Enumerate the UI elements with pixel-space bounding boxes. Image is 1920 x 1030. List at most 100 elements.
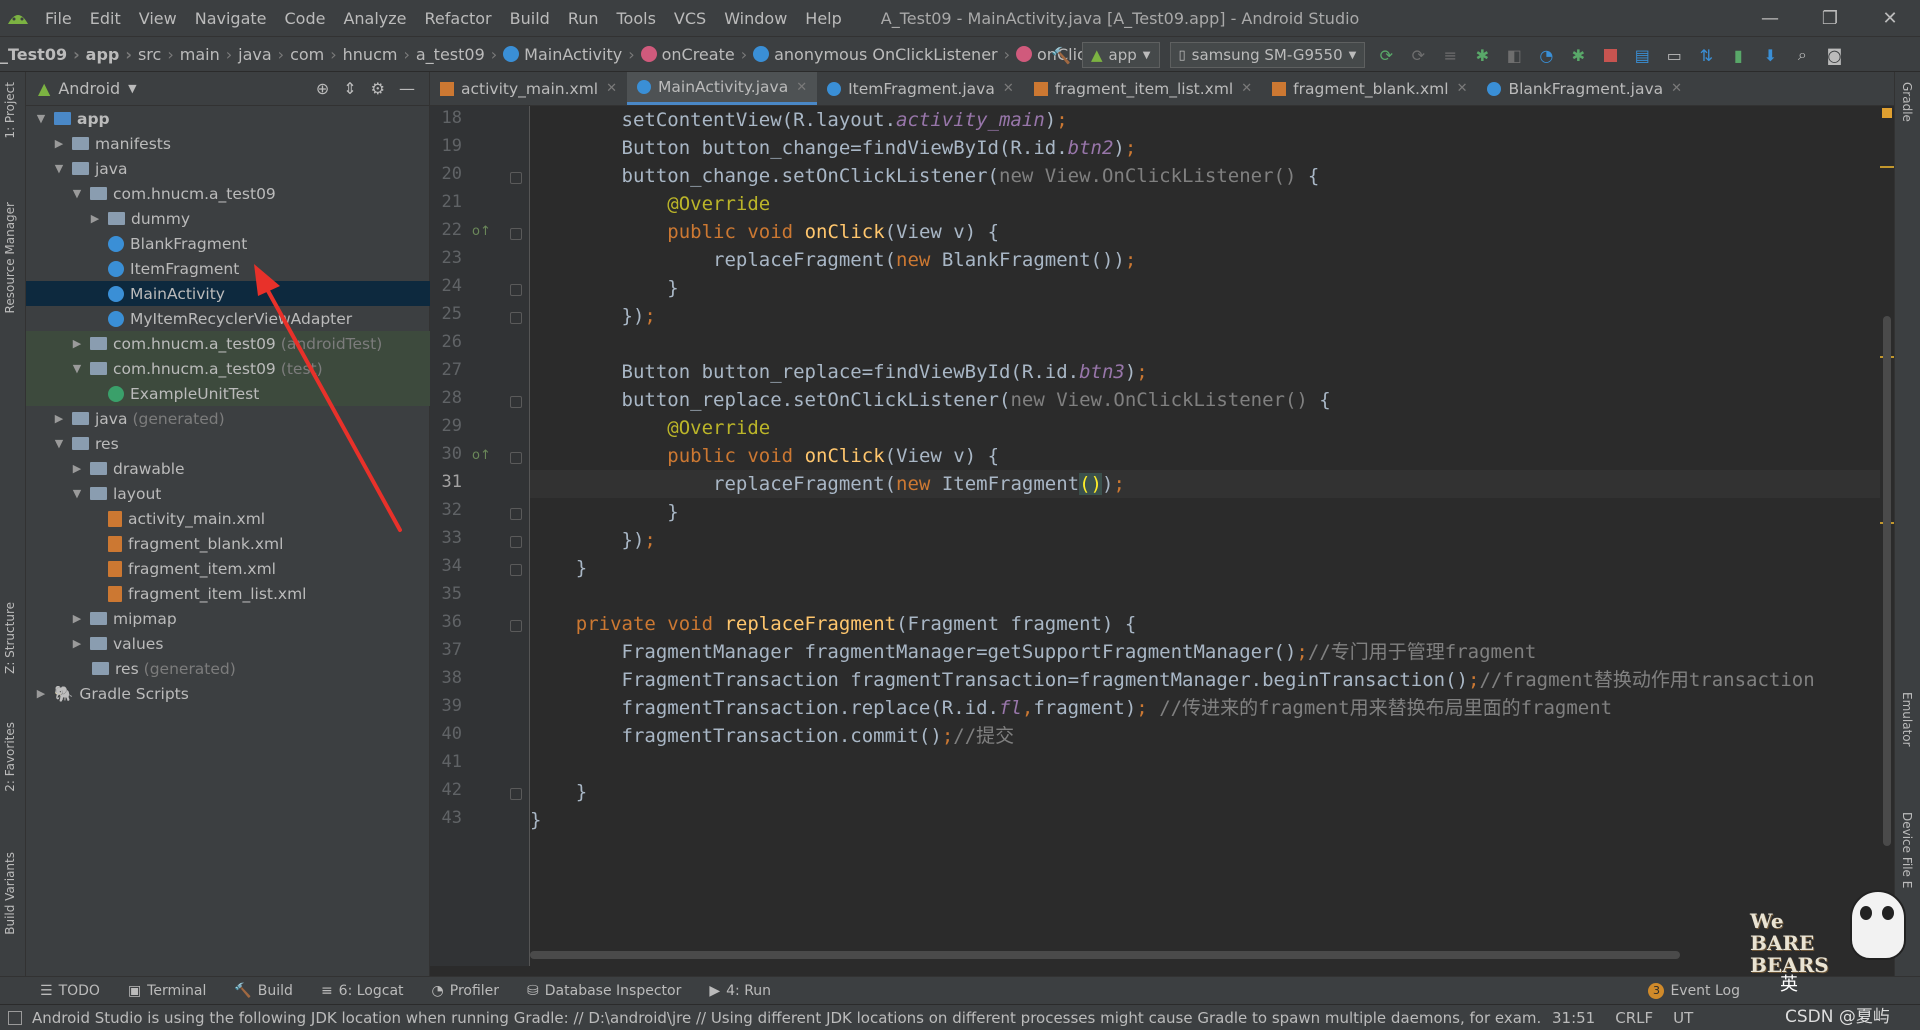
tree-item-res-generated[interactable]: res (generated) bbox=[26, 656, 430, 681]
menu-build[interactable]: Build bbox=[501, 9, 559, 28]
tab-activity-main-xml[interactable]: activity_main.xml ✕ bbox=[430, 72, 627, 105]
tree-item-mainactivity[interactable]: MainActivity bbox=[26, 281, 430, 306]
hide-panel-icon[interactable]: — bbox=[399, 79, 415, 98]
menu-refactor[interactable]: Refactor bbox=[416, 9, 501, 28]
build-tool-button[interactable]: 🔨 Build bbox=[234, 983, 293, 999]
tree-item-drawable[interactable]: ▶ drawable bbox=[26, 456, 430, 481]
fold-icon[interactable] bbox=[510, 508, 522, 520]
status-panel-icon[interactable] bbox=[8, 1010, 22, 1025]
menu-analyze[interactable]: Analyze bbox=[334, 9, 415, 28]
fold-icon[interactable] bbox=[510, 536, 522, 548]
project-structure-icon[interactable]: ▤ bbox=[1631, 44, 1653, 66]
collapse-all-icon[interactable]: ⇕ bbox=[343, 79, 356, 98]
run-tool-button[interactable]: ▶ 4: Run bbox=[709, 983, 771, 999]
status-message[interactable]: Android Studio is using the following JD… bbox=[32, 1009, 1542, 1027]
fold-icon[interactable] bbox=[510, 312, 522, 324]
tree-item-myitemrecyclerviewadapter[interactable]: MyItemRecyclerViewAdapter bbox=[26, 306, 430, 331]
device-manager-icon[interactable]: ▮ bbox=[1727, 44, 1749, 66]
tree-item-exampleunittest[interactable]: ExampleUnitTest bbox=[26, 381, 430, 406]
tree-item-fragment-blank-xml[interactable]: fragment_blank.xml bbox=[26, 531, 430, 556]
breadcrumb-com[interactable]: com › bbox=[290, 45, 343, 64]
close-tab-icon[interactable]: ✕ bbox=[1241, 81, 1252, 96]
menu-navigate[interactable]: Navigate bbox=[186, 9, 276, 28]
tree-item-values[interactable]: ▶ values bbox=[26, 631, 430, 656]
menu-view[interactable]: View bbox=[130, 9, 186, 28]
fold-icon[interactable] bbox=[510, 620, 522, 632]
menu-file[interactable]: File bbox=[36, 9, 81, 28]
logcat-tool-button[interactable]: ≡ 6: Logcat bbox=[321, 983, 404, 999]
sync-gradle-icon[interactable]: ⇅ bbox=[1695, 44, 1717, 66]
search-icon[interactable]: ⌕ bbox=[1791, 44, 1813, 66]
override-marker-icon[interactable]: o↑ bbox=[472, 448, 491, 464]
tree-item-package-test[interactable]: ▼ com.hnucm.a_test09 (test) bbox=[26, 356, 430, 381]
close-tab-icon[interactable]: ✕ bbox=[1003, 81, 1014, 96]
close-tab-icon[interactable]: ✕ bbox=[796, 80, 807, 95]
tree-item-res[interactable]: ▼ res bbox=[26, 431, 430, 456]
avd-manager-icon[interactable]: ▭ bbox=[1663, 44, 1685, 66]
tab-fragment-blank-xml[interactable]: fragment_blank.xml ✕ bbox=[1262, 72, 1477, 105]
menu-code[interactable]: Code bbox=[276, 9, 335, 28]
menu-edit[interactable]: Edit bbox=[81, 9, 130, 28]
breadcrumb-src[interactable]: src › bbox=[138, 45, 180, 64]
tree-item-fragment-item-list-xml[interactable]: fragment_item_list.xml bbox=[26, 581, 430, 606]
build-variants-tab[interactable]: Build Variants bbox=[3, 852, 17, 935]
tree-item-java[interactable]: ▼ java bbox=[26, 156, 430, 181]
event-log-button[interactable]: 3 Event Log bbox=[1648, 982, 1740, 999]
structure-tab[interactable]: Z: Structure bbox=[3, 602, 17, 674]
fold-icon[interactable] bbox=[510, 228, 522, 240]
tree-item-java-generated[interactable]: ▶ java (generated) bbox=[26, 406, 430, 431]
debug-icon[interactable]: ✱ bbox=[1471, 44, 1493, 66]
close-button[interactable]: ✕ bbox=[1860, 0, 1920, 36]
breadcrumb-module[interactable]: app › bbox=[86, 45, 138, 64]
tab-mainactivity-java[interactable]: MainActivity.java ✕ bbox=[627, 72, 818, 105]
line-separator[interactable]: CRLF bbox=[1615, 1009, 1653, 1027]
warning-marker[interactable] bbox=[1880, 166, 1894, 168]
tree-item-dummy[interactable]: ▶ dummy bbox=[26, 206, 430, 231]
fold-icon[interactable] bbox=[510, 788, 522, 800]
tree-item-activity-main-xml[interactable]: activity_main.xml bbox=[26, 506, 430, 531]
file-encoding[interactable]: UT bbox=[1673, 1009, 1693, 1027]
tree-item-manifests[interactable]: ▶ manifests bbox=[26, 131, 430, 156]
coverage-icon[interactable]: ◧ bbox=[1503, 44, 1525, 66]
tree-item-mipmap[interactable]: ▶ mipmap bbox=[26, 606, 430, 631]
error-stripe[interactable] bbox=[1880, 106, 1894, 966]
menu-window[interactable]: Window bbox=[715, 9, 796, 28]
minimize-button[interactable]: — bbox=[1740, 0, 1800, 36]
database-inspector-tool-button[interactable]: ⛁ Database Inspector bbox=[527, 983, 681, 999]
warning-marker-icon[interactable] bbox=[1882, 108, 1892, 118]
menu-help[interactable]: Help bbox=[796, 9, 850, 28]
profiler-tool-button[interactable]: ◔ Profiler bbox=[432, 983, 500, 999]
profile-icon[interactable]: ◔ bbox=[1535, 44, 1557, 66]
tab-fragment-item-list-xml[interactable]: fragment_item_list.xml ✕ bbox=[1024, 72, 1262, 105]
breadcrumb-java[interactable]: java › bbox=[238, 45, 290, 64]
breadcrumb-package[interactable]: a_test09 › bbox=[416, 45, 503, 64]
breadcrumb-project[interactable]: _Test09 › bbox=[0, 45, 86, 64]
tree-item-itemfragment[interactable]: ItemFragment bbox=[26, 256, 430, 281]
vertical-scrollbar[interactable] bbox=[1883, 316, 1891, 846]
fold-icon[interactable] bbox=[510, 172, 522, 184]
sdk-manager-icon[interactable]: ⬇ bbox=[1759, 44, 1781, 66]
caret-position[interactable]: 31:51 bbox=[1552, 1009, 1595, 1027]
chevron-down-icon[interactable]: ▼ bbox=[128, 82, 136, 95]
breadcrumb-class[interactable]: MainActivity › bbox=[503, 45, 640, 64]
tree-item-blankfragment[interactable]: BlankFragment bbox=[26, 231, 430, 256]
gear-icon[interactable]: ⚙ bbox=[371, 79, 385, 98]
hammer-icon[interactable]: 🔨 bbox=[1050, 44, 1072, 66]
close-tab-icon[interactable]: ✕ bbox=[1457, 81, 1468, 96]
breadcrumb-anonymous-class[interactable]: anonymous OnClickListener › bbox=[753, 45, 1016, 64]
tree-item-package[interactable]: ▼ com.hnucm.a_test09 bbox=[26, 181, 430, 206]
menu-tools[interactable]: Tools bbox=[608, 9, 665, 28]
stop-icon[interactable] bbox=[1599, 44, 1621, 66]
apply-changes-icon[interactable]: ⟳ bbox=[1407, 44, 1429, 66]
device-select[interactable]: ▯ samsung SM-G9550 ▼ bbox=[1169, 42, 1366, 68]
override-marker-icon[interactable]: o↑ bbox=[472, 224, 491, 240]
apply-code-changes-icon[interactable]: ≡ bbox=[1439, 44, 1461, 66]
tree-item-fragment-item-xml[interactable]: fragment_item.xml bbox=[26, 556, 430, 581]
terminal-tool-button[interactable]: ▣ Terminal bbox=[128, 983, 206, 999]
breadcrumb-hnucm[interactable]: hnucm › bbox=[343, 45, 416, 64]
locate-icon[interactable]: ⊕ bbox=[316, 79, 329, 98]
account-icon[interactable]: ◙ bbox=[1823, 44, 1845, 66]
project-tool-tab[interactable]: 1: Project bbox=[3, 82, 17, 139]
rerun-icon[interactable]: ⟳ bbox=[1375, 44, 1397, 66]
attach-debugger-icon[interactable]: ✱ bbox=[1567, 44, 1589, 66]
